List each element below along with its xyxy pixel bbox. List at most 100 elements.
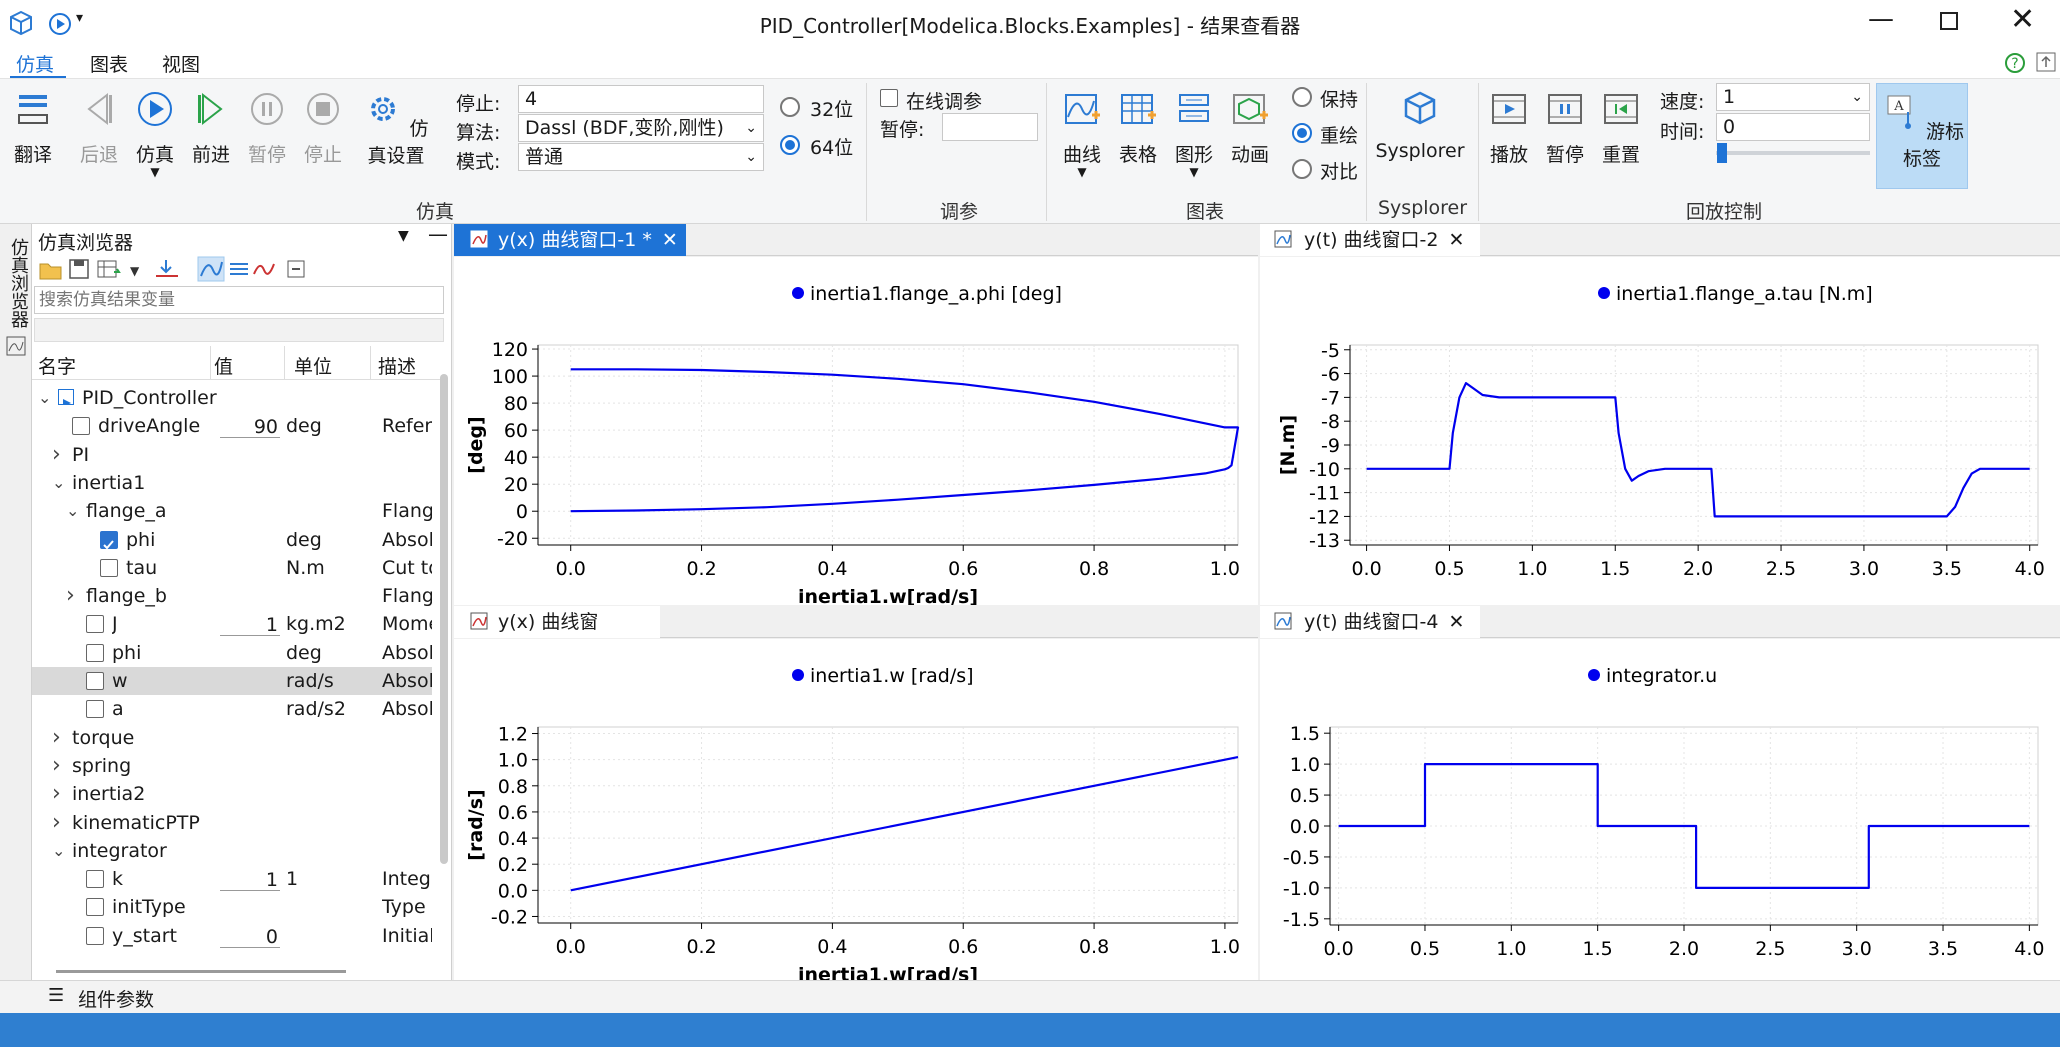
radio-32bit[interactable] [780, 97, 800, 117]
collapse-ribbon-icon[interactable] [2036, 52, 2056, 72]
time-input[interactable]: 0 [1716, 113, 1870, 141]
tree-row[interactable]: › flange_b Flange [32, 582, 432, 610]
col-header-unit[interactable]: 单位 [294, 352, 332, 379]
variable-checkbox[interactable] [86, 898, 104, 917]
close-icon[interactable]: ✕ [2010, 2, 2035, 37]
help-icon[interactable]: ? [2004, 52, 2026, 74]
mode-select[interactable]: 普通 ⌄ [518, 143, 764, 171]
tab-close-icon[interactable]: ✕ [662, 229, 678, 251]
tree-row[interactable]: › kinematicPTP [32, 809, 432, 837]
chevron-right-icon[interactable]: › [52, 780, 61, 808]
tree-row[interactable]: › torque [32, 724, 432, 752]
tree-row[interactable]: initType Type o [32, 893, 432, 921]
playback-reset-button[interactable]: 重置 [1598, 89, 1644, 167]
variable-checkbox[interactable] [100, 558, 118, 577]
panel-menu-icon[interactable]: ▼ [398, 228, 409, 244]
search-input[interactable] [34, 286, 444, 314]
variable-checkbox[interactable] [72, 417, 90, 436]
sysplorer-button[interactable]: Sysplorer [1374, 89, 1466, 162]
chevron-down-icon[interactable]: ⌄ [66, 497, 79, 525]
tree-row-value[interactable]: 90 [220, 416, 280, 439]
plot-pane-4[interactable]: integrator.u 1.5 1.0 0.5 0.0 -0.5 -1.0 -1.5 0.0 0… [1260, 639, 2060, 980]
tree-row-value[interactable]: 0 [220, 926, 280, 948]
tree-row[interactable]: phi deg Absolu [32, 639, 432, 667]
simulate-button[interactable]: 仿真 ▼ [130, 89, 180, 178]
curve-button[interactable]: 曲线 ▼ [1058, 89, 1106, 178]
speed-select[interactable]: 1 ⌄ [1716, 83, 1870, 111]
tab-plot-2[interactable]: y(t) 曲线窗口-2 ✕ [1260, 224, 1480, 256]
chevron-right-icon[interactable]: › [52, 724, 61, 752]
tree-hscrollbar[interactable] [56, 970, 346, 973]
chart-3[interactable]: inertia1.w [rad/s] 1.2 1.0 0.8 0.6 0.4 0.2 0.0 -… [454, 639, 1258, 986]
chevron-right-icon[interactable]: › [52, 441, 61, 469]
tree-row-value[interactable]: 1 [220, 869, 280, 892]
time-slider-track[interactable] [1716, 151, 1870, 155]
tab-plot-4[interactable]: y(t) 曲线窗口-4 ✕ [1260, 606, 1480, 638]
tree-row[interactable]: driveAngle 90 deg Refere [32, 412, 432, 440]
tree-row[interactable]: ⌄ inertia1 [32, 469, 432, 497]
forward-button[interactable]: 前进 [186, 89, 236, 167]
variable-checkbox[interactable] [100, 530, 118, 549]
stop-button[interactable]: 停止 [298, 89, 348, 167]
playback-pause-button[interactable]: 暂停 [1542, 89, 1588, 167]
menu-tab-simulation[interactable]: 仿真 [16, 50, 54, 77]
tree-row[interactable]: › inertia2 [32, 780, 432, 808]
time-slider-thumb[interactable] [1717, 143, 1727, 163]
chevron-down-icon[interactable]: ⌄ [52, 837, 65, 865]
playback-play-button[interactable]: 播放 [1486, 89, 1532, 167]
sim-settings-button[interactable]: 仿真设置 [354, 89, 438, 168]
chevron-down-icon[interactable]: ⌄ [52, 469, 65, 497]
variable-checkbox[interactable] [86, 615, 104, 634]
tree-row[interactable]: tau N.m Cut to [32, 554, 432, 582]
radio-keep[interactable] [1292, 87, 1312, 107]
minimize-icon[interactable]: — [1868, 4, 1894, 34]
table-button[interactable]: 表格 [1114, 89, 1162, 167]
pause-button[interactable]: 暂停 [242, 89, 292, 167]
variable-checkbox[interactable] [86, 700, 104, 719]
tree-row[interactable]: › spring [32, 752, 432, 780]
animation-button[interactable]: 动画 [1226, 89, 1274, 167]
chevron-right-icon[interactable]: › [52, 809, 61, 837]
radio-64bit[interactable] [780, 135, 800, 155]
tree-row[interactable]: J 1 kg.m2 Mome [32, 610, 432, 638]
graphic-button[interactable]: 图形 ▼ [1170, 89, 1218, 178]
cursor-label-button[interactable]: A 游标标签 [1876, 83, 1968, 189]
tab-plot-1[interactable]: y(x) 曲线窗口-1 * ✕ [454, 224, 686, 256]
panel-minimize-icon[interactable]: — [428, 222, 448, 246]
chart-2[interactable]: inertia1.flange_a.tau [N.m] -5-6-7-8-9-10… [1260, 257, 2060, 605]
chevron-right-icon[interactable]: › [52, 752, 61, 780]
translate-button[interactable]: 翻译 [8, 89, 58, 167]
col-header-value[interactable]: 值 [214, 352, 233, 379]
col-header-desc[interactable]: 描述 [378, 352, 416, 379]
menu-tab-view[interactable]: 视图 [162, 50, 200, 77]
radio-redraw[interactable] [1292, 123, 1312, 143]
tree-row[interactable]: a rad/s2 Absolu [32, 695, 432, 723]
variable-checkbox[interactable] [86, 870, 104, 889]
variable-checkbox[interactable] [86, 926, 104, 945]
tree-row[interactable]: phi deg Absolu [32, 526, 432, 554]
menu-tab-chart[interactable]: 图表 [90, 50, 128, 77]
chart-tab-icon[interactable] [6, 336, 26, 356]
chart-4[interactable]: integrator.u1.51.00.50.0-0.5-1.0-1.50.0 0… [1260, 639, 2060, 980]
back-button[interactable]: 后退 [74, 89, 124, 167]
plot-pane-2[interactable]: inertia1.flange_a.tau [N.m] -5 -6 -7 -8 -9 -10… [1260, 257, 2060, 605]
tree-row[interactable]: ⌄ PID_Controller [32, 384, 432, 412]
online-tune-checkbox[interactable] [880, 89, 898, 107]
tab-close-icon[interactable]: ✕ [1449, 611, 1465, 633]
tree-row[interactable]: y_start 0 Initial [32, 922, 432, 950]
chevron-down-icon[interactable]: ⌄ [38, 384, 51, 412]
tree-row[interactable]: k 11 Integra [32, 865, 432, 893]
tree-row[interactable]: ⌄ integrator [32, 837, 432, 865]
plot-pane-3[interactable]: inertia1.w [rad/s] 1.2 1.0 0.8 0.6 0.4 0.2 0.0 -… [454, 639, 1258, 986]
tree-row[interactable]: › PI [32, 441, 432, 469]
algorithm-select[interactable]: Dassl (BDF,变阶,刚性) ⌄ [518, 114, 764, 142]
component-params-tab[interactable]: 组件参数 [78, 985, 154, 1012]
maximize-icon[interactable] [1940, 12, 1958, 30]
col-header-name[interactable]: 名字 [38, 352, 76, 379]
tree-row[interactable]: ⌄ flange_a Flange [32, 497, 432, 525]
tree-scrollbar[interactable] [440, 374, 448, 864]
chart-1[interactable]: inertia1.flange_a.phi [deg] 120 100 80 60 40 2… [454, 257, 1258, 608]
tab-close-icon[interactable]: ✕ [1449, 229, 1465, 251]
variable-checkbox[interactable] [86, 643, 104, 662]
radio-compare[interactable] [1292, 159, 1312, 179]
